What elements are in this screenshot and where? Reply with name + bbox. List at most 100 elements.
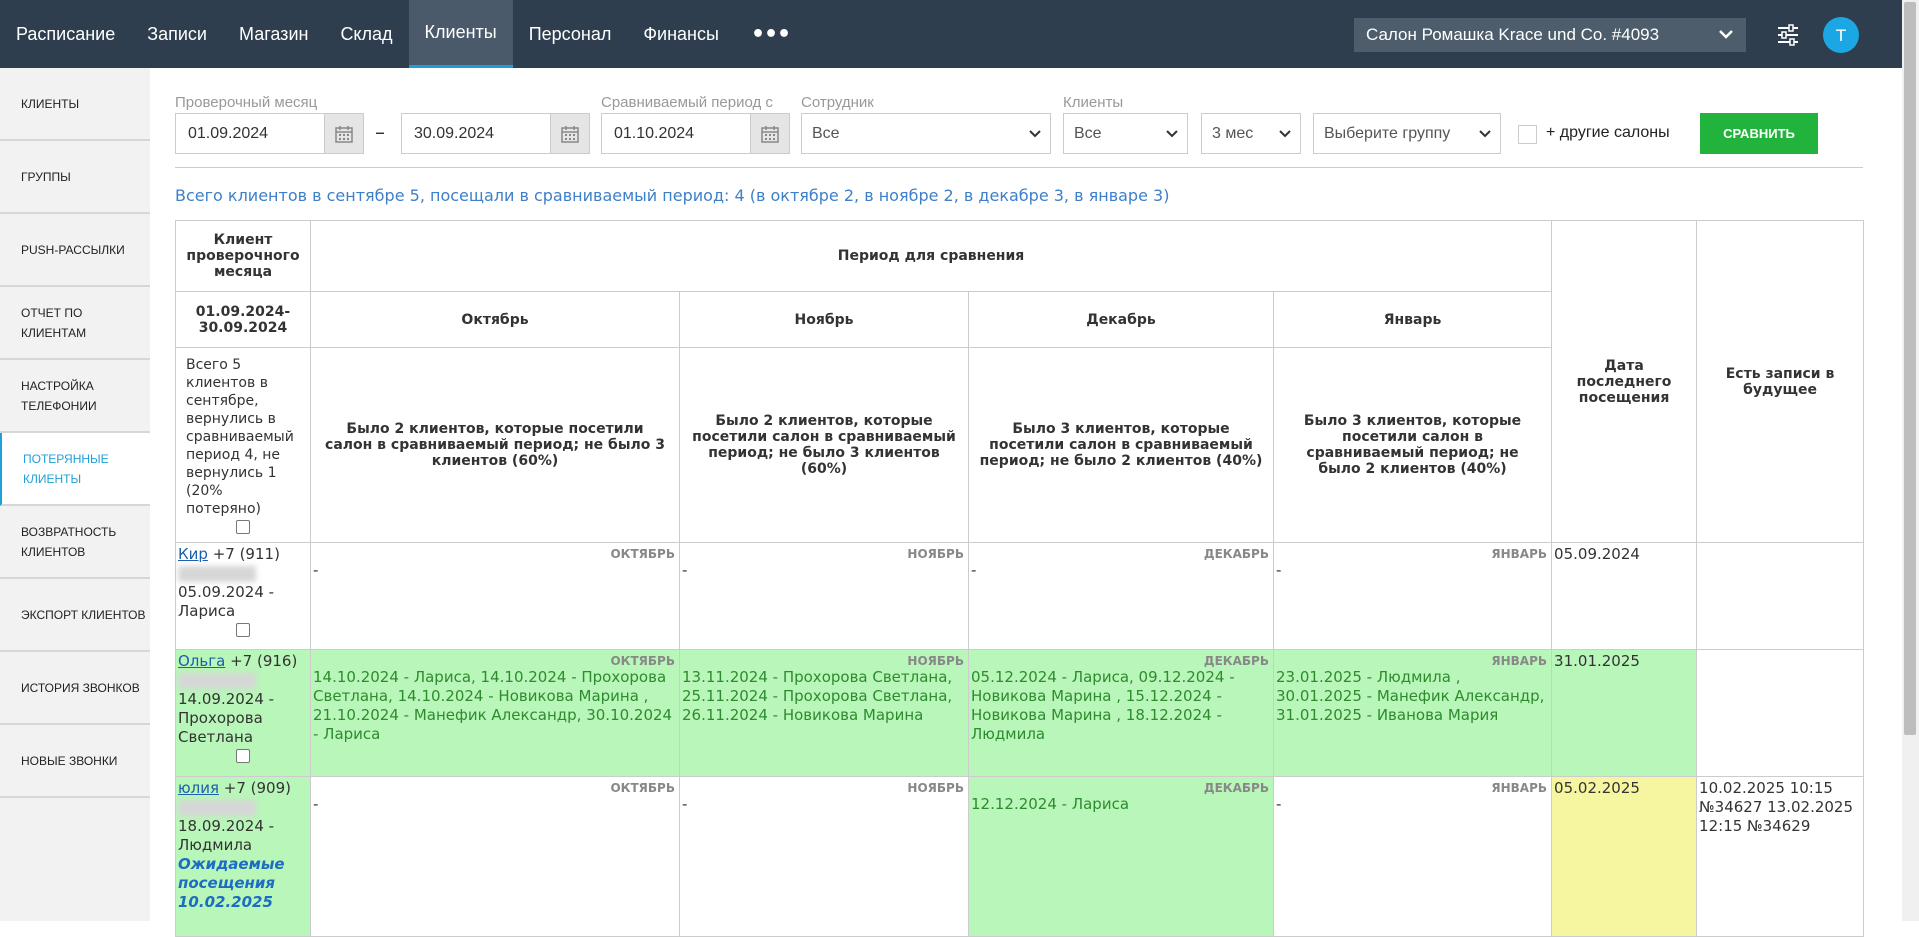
group-select[interactable]: Выберите группу xyxy=(1313,113,1501,154)
month-cell: НОЯБРЬ - xyxy=(679,776,969,937)
calendar-icon[interactable] xyxy=(551,113,590,154)
month-description: Было 2 клиентов, которые посетили салон … xyxy=(310,347,680,543)
month-cell: НОЯБРЬ 13.11.2024 - Прохорова Светлана, 2… xyxy=(679,649,969,777)
hidden-phone-number xyxy=(178,799,256,816)
sidebar-item-clients[interactable]: КЛИЕНТЫ xyxy=(0,68,150,141)
month-tag: ОКТЯБРЬ xyxy=(610,781,675,795)
chevron-down-icon xyxy=(1718,23,1734,50)
row-checkbox[interactable] xyxy=(236,623,250,637)
client-column-header: Клиент проверочного месяца xyxy=(175,220,311,292)
calendar-icon[interactable] xyxy=(325,113,364,154)
scrollbar-thumb[interactable] xyxy=(1904,2,1916,735)
date-from-input[interactable]: 01.09.2024 xyxy=(175,113,325,154)
table-row: Ольга +7 (916) 14.09.2024 - Прохорова Св… xyxy=(175,649,1865,777)
nav-finance[interactable]: Финансы xyxy=(627,0,735,68)
sidebar-item-new-calls[interactable]: НОВЫЕ ЗВОНКИ xyxy=(0,725,150,798)
total-description: Всего 5 клиентов в сентябре, вернулись в… xyxy=(175,347,311,543)
compare-period-label: Сравниваемый период с xyxy=(601,94,773,111)
month-cell: НОЯБРЬ - xyxy=(679,542,969,650)
last-visit-cell: 31.01.2025 xyxy=(1551,649,1698,777)
sidebar-item-returnability[interactable]: ВОЗВРАТНОСТЬ КЛИЕНТОВ xyxy=(0,506,150,579)
nav-schedule[interactable]: Расписание xyxy=(0,0,131,68)
month-tag: НОЯБРЬ xyxy=(907,781,964,795)
last-visit-cell: 05.09.2024 xyxy=(1551,542,1698,650)
sidebar-item-telephony[interactable]: НАСТРОЙКА ТЕЛЕФОНИИ xyxy=(0,360,150,433)
future-records-cell xyxy=(1696,649,1865,777)
total-description-text: Всего 5 клиентов в сентябре, вернулись в… xyxy=(186,357,294,517)
sidebar-item-push[interactable]: PUSH-РАССЫЛКИ xyxy=(0,214,150,287)
client-name-link[interactable]: Ольга xyxy=(178,652,225,670)
chevron-down-icon xyxy=(1028,124,1042,149)
month-description: Было 2 клиентов, которые посетили салон … xyxy=(679,347,969,543)
select-all-checkbox[interactable] xyxy=(236,520,250,534)
compare-button[interactable]: СРАВНИТЬ xyxy=(1700,113,1818,154)
client-cell: юлия +7 (909) 18.09.2024 - Людмила Ожида… xyxy=(175,776,311,937)
clients-select[interactable]: Все xyxy=(1063,113,1188,154)
chevron-down-icon xyxy=(1478,124,1492,149)
client-name-link[interactable]: Кир xyxy=(178,545,208,563)
month-cell: ОКТЯБРЬ - xyxy=(310,542,680,650)
settings-sliders-icon[interactable] xyxy=(1775,22,1801,48)
nav-staff[interactable]: Персонал xyxy=(513,0,628,68)
chevron-down-icon xyxy=(1278,124,1292,149)
vertical-scrollbar[interactable] xyxy=(1902,0,1919,921)
client-phone: +7 (909) xyxy=(223,779,291,797)
month-description: Было 3 клиентов, которые посетили салон … xyxy=(1272,347,1553,543)
date-range-dash: – xyxy=(375,120,385,144)
employee-select[interactable]: Все xyxy=(801,113,1051,154)
month-tag: ДЕКАБРЬ xyxy=(1203,654,1269,668)
month-description: Было 3 клиентов, которые посетили салон … xyxy=(968,347,1274,543)
lost-clients-table: Клиент проверочного месяца Период для ср… xyxy=(175,220,1865,937)
summary-text: Всего клиентов в сентябре 5, посещали в … xyxy=(175,186,1170,205)
nav-shop[interactable]: Магазин xyxy=(223,0,324,68)
calendar-icon[interactable] xyxy=(751,113,790,154)
date-range-header: 01.09.2024-30.09.2024 xyxy=(175,291,311,348)
row-checkbox[interactable] xyxy=(236,749,250,763)
future-records-cell xyxy=(1696,542,1865,650)
period-select-value: 3 мес xyxy=(1212,124,1254,142)
month-header-october: Октябрь xyxy=(310,291,680,348)
last-visit-cell: 05.02.2025 xyxy=(1551,776,1698,937)
nav-warehouse[interactable]: Склад xyxy=(324,0,408,68)
client-cell: Кир +7 (911) 05.09.2024 - Лариса xyxy=(175,542,311,650)
month-tag: ДЕКАБРЬ xyxy=(1203,781,1269,795)
month-cell: ЯНВАРЬ - xyxy=(1272,542,1553,650)
month-tag: НОЯБРЬ xyxy=(907,654,964,668)
other-salons-checkbox[interactable] xyxy=(1518,125,1537,144)
table-row: Кир +7 (911) 05.09.2024 - Лариса ОКТЯБРЬ… xyxy=(175,542,1865,650)
nav-records[interactable]: Записи xyxy=(131,0,223,68)
month-cell: ЯНВАРЬ - xyxy=(1272,776,1553,937)
expected-visits: Ожидаемые посещения 10.02.2025 xyxy=(178,855,285,911)
sidebar-item-groups[interactable]: ГРУППЫ xyxy=(0,141,150,214)
more-menu-icon[interactable]: ••• xyxy=(735,0,806,68)
future-records-cell: 10.02.2025 10:15 №34627 13.02.2025 12:15… xyxy=(1696,776,1865,937)
nav-clients[interactable]: Клиенты xyxy=(408,0,513,68)
user-avatar[interactable]: T xyxy=(1823,17,1859,53)
sidebar-item-lost-clients[interactable]: ПОТЕРЯННЫЕ КЛИЕНТЫ xyxy=(0,433,161,506)
clients-label: Клиенты xyxy=(1063,94,1124,111)
month-cell: ДЕКАБРЬ 12.12.2024 - Лариса xyxy=(968,776,1274,937)
hidden-phone-number xyxy=(178,672,256,689)
client-name-link[interactable]: юлия xyxy=(178,779,219,797)
client-visit: 14.09.2024 - Прохорова Светлана xyxy=(178,690,275,746)
sidebar-item-client-report[interactable]: ОТЧЕТ ПО КЛИЕНТАМ xyxy=(0,287,150,360)
month-tag: ЯНВАРЬ xyxy=(1491,781,1548,795)
month-cell: ОКТЯБРЬ 14.10.2024 - Лариса, 14.10.2024 -… xyxy=(310,649,680,777)
client-phone: +7 (911) xyxy=(212,545,280,563)
month-cell: ДЕКАБРЬ - xyxy=(968,542,1274,650)
employee-select-value: Все xyxy=(812,124,840,142)
other-salons-label: + другие салоны xyxy=(1546,124,1670,141)
salon-select-value: Салон Ромашка Krace und Co. #4093 xyxy=(1366,25,1660,44)
period-select[interactable]: 3 мес xyxy=(1201,113,1301,154)
clients-select-value: Все xyxy=(1074,124,1102,142)
sidebar-item-export[interactable]: ЭКСПОРТ КЛИЕНТОВ xyxy=(0,579,150,652)
compare-from-input[interactable]: 01.10.2024 xyxy=(601,113,751,154)
sidebar-item-call-history[interactable]: ИСТОРИЯ ЗВОНКОВ xyxy=(0,652,150,725)
salon-select[interactable]: Салон Ромашка Krace und Co. #4093 xyxy=(1354,18,1746,52)
month-tag: ЯНВАРЬ xyxy=(1491,654,1548,668)
client-visit: 18.09.2024 - Людмила xyxy=(178,817,275,854)
month-cell: ДЕКАБРЬ 05.12.2024 - Лариса, 09.12.2024 -… xyxy=(968,649,1274,777)
chevron-down-icon xyxy=(1165,124,1179,149)
employee-label: Сотрудник xyxy=(801,94,874,111)
date-to-input[interactable]: 30.09.2024 xyxy=(401,113,551,154)
